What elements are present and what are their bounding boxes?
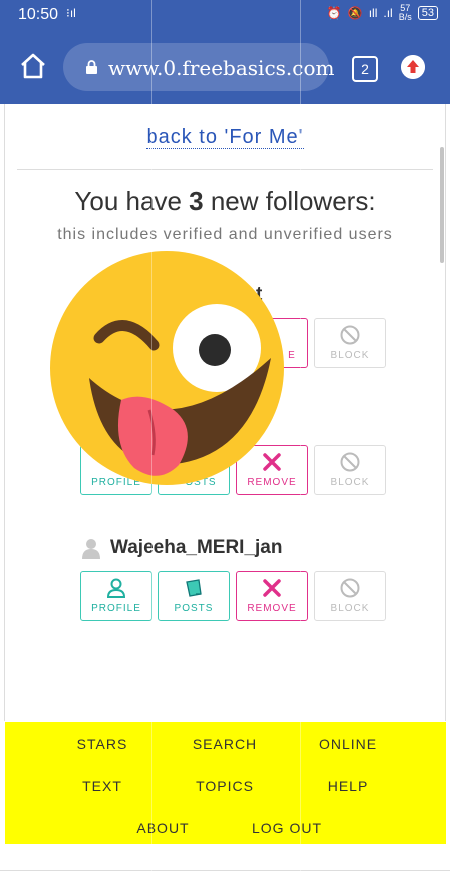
footer-link-help[interactable]: HELP [328, 778, 369, 794]
profile-label: PROFILE [91, 603, 141, 614]
follower-header: Wajeeha_MERI_jan [80, 535, 282, 561]
block-icon [340, 325, 360, 345]
profile-button[interactable]: PROFILE [80, 571, 152, 621]
alarm-icon: ⏰ [326, 6, 342, 20]
block-button[interactable]: BLOCK [314, 445, 386, 495]
bottom-divider [0, 870, 450, 871]
remove-button[interactable]: REMOVE [236, 571, 308, 621]
status-bar: 10:50 ⁝ıl ⏰ 🔕 ıll .ıl 57 B/s 53 [0, 0, 450, 30]
follower-actions: PROFILE POSTS REMOVE BLOCK [80, 571, 386, 621]
back-link-container: back to 'For Me' [0, 126, 450, 149]
home-icon[interactable] [20, 52, 46, 80]
posts-button[interactable]: POSTS [158, 571, 230, 621]
divider [17, 169, 433, 170]
block-icon [340, 452, 360, 472]
footer-nav: STARS SEARCH ONLINE TEXT TOPICS HELP ABO… [5, 722, 446, 844]
footer-link-search[interactable]: SEARCH [193, 736, 257, 752]
browser-toolbar: www.0.freebasics.com 2 [0, 30, 450, 104]
footer-link-topics[interactable]: TOPICS [196, 778, 254, 794]
network-signal-icon: ıll [368, 6, 378, 20]
winking-tongue-emoji-icon [50, 251, 284, 485]
clock: 10:50 [18, 6, 59, 23]
user-icon [106, 578, 126, 598]
lock-icon [86, 60, 97, 74]
posts-label: POSTS [174, 603, 214, 614]
footer-link-online[interactable]: ONLINE [319, 736, 377, 752]
remove-label: E [288, 350, 296, 361]
status-icons: ⏰ 🔕 ıll .ıl 57 B/s 53 [327, 4, 438, 22]
page-title: You have 3 new followers: [0, 186, 450, 217]
footer-link-text[interactable]: TEXT [82, 778, 122, 794]
address-bar[interactable]: www.0.freebasics.com [63, 43, 334, 91]
block-label: BLOCK [330, 477, 370, 488]
net-speed-unit: B/s [398, 12, 412, 22]
page-subtitle: this includes verified and unverified us… [57, 226, 393, 243]
block-button[interactable]: BLOCK [314, 318, 386, 368]
battery-indicator: 53 [417, 6, 438, 20]
close-icon [263, 579, 281, 597]
net-speed: 57 B/s [399, 4, 412, 22]
remove-label: REMOVE [247, 603, 297, 614]
footer-link-logout[interactable]: LOG OUT [252, 820, 322, 836]
footer-link-stars[interactable]: STARS [77, 736, 128, 752]
tab-switcher-button[interactable]: 2 [352, 56, 378, 82]
block-label: BLOCK [330, 603, 370, 614]
follower-name[interactable]: Wajeeha_MERI_jan [110, 537, 282, 559]
headline-suffix: new followers: [203, 186, 376, 216]
footer-link-about[interactable]: ABOUT [136, 820, 189, 836]
upload-icon[interactable] [401, 55, 425, 79]
back-to-for-me-link[interactable]: back to 'For Me' [146, 126, 304, 149]
wifi-signal-icon: .ıl [383, 6, 393, 20]
url-text: www.0.freebasics.com [108, 56, 335, 80]
block-icon [340, 578, 360, 598]
signal-icon: ⁝ıl [66, 6, 76, 20]
headline-prefix: You have [74, 186, 190, 216]
block-button[interactable]: BLOCK [314, 571, 386, 621]
block-label: BLOCK [330, 350, 370, 361]
follower-count: 3 [189, 186, 204, 216]
mute-icon: 🔕 [347, 6, 363, 20]
user-avatar-icon [82, 539, 100, 559]
note-icon [186, 579, 202, 597]
